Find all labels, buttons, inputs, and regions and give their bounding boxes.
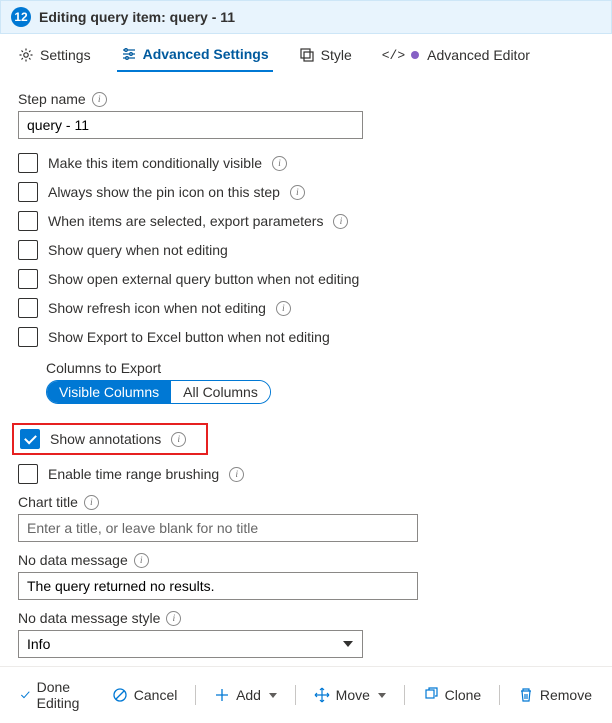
info-icon[interactable]: i [84,495,99,510]
check-label: Enable time range brushing [48,466,219,482]
remove-label: Remove [540,687,592,703]
pill-visible-columns[interactable]: Visible Columns [47,381,171,403]
tab-style[interactable]: Style [295,42,356,72]
clone-button[interactable]: Clone [415,683,490,707]
step-name-label: Step name i [18,91,594,107]
move-label: Move [336,687,370,703]
pill-all-columns[interactable]: All Columns [171,381,270,403]
plus-icon [214,687,230,703]
tab-style-label: Style [321,47,352,63]
check-label: Always show the pin icon on this step [48,184,280,200]
checkbox-icon[interactable] [18,153,38,173]
tab-settings[interactable]: Settings [14,42,95,72]
check-label: Make this item conditionally visible [48,155,262,171]
info-icon[interactable]: i [290,185,305,200]
checkbox-icon[interactable] [18,298,38,318]
check-label: Show open external query button when not… [48,271,359,287]
separator [295,685,296,705]
columns-to-export-toggle: Visible Columns All Columns [46,380,271,404]
no-data-message-label-text: No data message [18,552,128,568]
check-show-pin[interactable]: Always show the pin icon on this step i [18,182,594,202]
no-data-message-input[interactable] [18,572,418,600]
chevron-down-icon [378,693,386,698]
check-label: Show Export to Excel button when not edi… [48,329,330,345]
check-label: Show refresh icon when not editing [48,300,266,316]
info-icon[interactable]: i [134,553,149,568]
checkbox-icon[interactable] [18,182,38,202]
separator [404,685,405,705]
sliders-icon [121,46,137,62]
check-show-refresh[interactable]: Show refresh icon when not editing i [18,298,594,318]
check-show-excel[interactable]: Show Export to Excel button when not edi… [18,327,594,347]
move-icon [314,687,330,703]
style-icon [299,47,315,63]
add-label: Add [236,687,261,703]
done-editing-button[interactable]: Done Editing [12,675,98,715]
info-icon[interactable]: i [92,92,107,107]
check-label: Show annotations [50,431,161,447]
dot-icon [411,51,419,59]
check-export-params[interactable]: When items are selected, export paramete… [18,211,594,231]
remove-button[interactable]: Remove [510,683,600,707]
clone-label: Clone [445,687,482,703]
form-body: Step name i Make this item conditionally… [0,73,612,666]
chart-title-label: Chart title i [18,494,594,510]
info-icon[interactable]: i [333,214,348,229]
tab-advanced-settings[interactable]: Advanced Settings [117,42,273,72]
separator [195,685,196,705]
chart-title-input[interactable] [18,514,418,542]
chevron-down-icon [269,693,277,698]
checkbox-icon[interactable] [18,269,38,289]
checkbox-icon[interactable] [20,429,40,449]
no-data-style-select-wrap: Info [18,630,363,658]
checkbox-icon[interactable] [18,211,38,231]
trash-icon [518,687,534,703]
checkbox-icon[interactable] [18,464,38,484]
no-data-style-select[interactable]: Info [18,630,363,658]
add-button[interactable]: Add [206,683,285,707]
chart-title-label-text: Chart title [18,494,78,510]
info-icon[interactable]: i [171,432,186,447]
tab-advanced-editor-label: Advanced Editor [427,47,530,63]
columns-to-export-group: Columns to Export Visible Columns All Co… [46,360,594,404]
check-time-range-brushing[interactable]: Enable time range brushing i [18,464,594,484]
footer-toolbar: Done Editing Cancel Add Move Clone Remov… [0,666,612,723]
columns-to-export-label: Columns to Export [46,360,594,376]
check-show-annotations[interactable]: Show annotations i [20,429,200,449]
gear-icon [18,47,34,63]
move-button[interactable]: Move [306,683,394,707]
check-label: When items are selected, export paramete… [48,213,323,229]
clone-icon [423,687,439,703]
checkbox-icon[interactable] [18,240,38,260]
separator [499,685,500,705]
info-icon[interactable]: i [166,611,181,626]
tab-advanced-settings-label: Advanced Settings [143,46,269,62]
check-show-external[interactable]: Show open external query button when not… [18,269,594,289]
tab-settings-label: Settings [40,47,91,63]
check-icon [20,687,31,703]
code-icon: </> [382,48,405,63]
info-icon[interactable]: i [276,301,291,316]
check-show-query[interactable]: Show query when not editing [18,240,594,260]
step-name-label-text: Step name [18,91,86,107]
cancel-icon [112,687,128,703]
step-name-input[interactable] [18,111,363,139]
info-icon[interactable]: i [229,467,244,482]
info-icon[interactable]: i [272,156,287,171]
check-conditional-visible[interactable]: Make this item conditionally visible i [18,153,594,173]
cancel-label: Cancel [134,687,178,703]
editor-header: 12 Editing query item: query - 11 [0,0,612,34]
header-title: Editing query item: query - 11 [39,9,235,25]
show-annotations-highlight: Show annotations i [12,423,208,455]
cancel-button[interactable]: Cancel [104,683,186,707]
tab-advanced-editor[interactable]: </> Advanced Editor [378,42,534,72]
checkbox-icon[interactable] [18,327,38,347]
check-label: Show query when not editing [48,242,228,258]
options-list: Make this item conditionally visible i A… [18,153,594,484]
no-data-message-label: No data message i [18,552,594,568]
done-editing-label: Done Editing [37,679,90,711]
step-number-badge: 12 [11,7,31,27]
tab-bar: Settings Advanced Settings Style </> Adv… [0,34,612,73]
